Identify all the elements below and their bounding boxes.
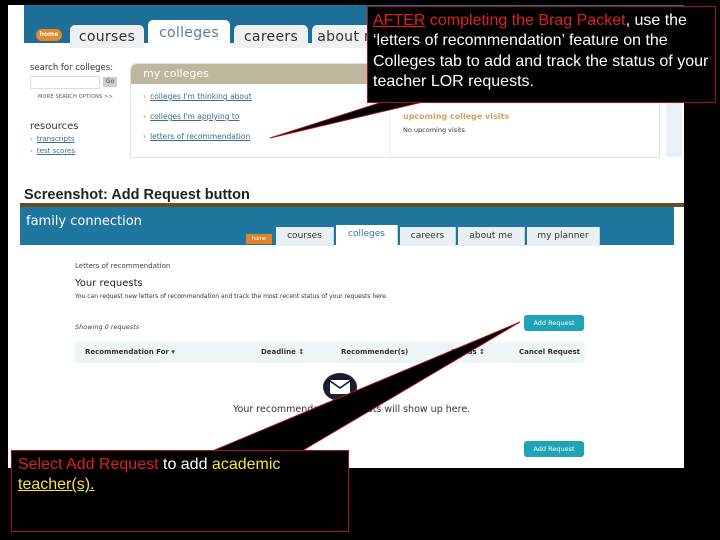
callout-text: to add	[158, 456, 212, 473]
callout-emphasis-teachers: teacher(s).	[18, 476, 95, 494]
top-callout: AFTER completing the Brag Packet, use th…	[367, 6, 716, 103]
callout-emphasis-after: AFTER	[373, 12, 426, 29]
callout-emphasis-select: Select Add Request	[18, 456, 159, 473]
bottom-callout-pointer	[209, 321, 521, 453]
bottom-callout: Select Add Request to add academic teache…	[11, 450, 349, 532]
top-callout-pointer	[269, 97, 441, 139]
callout-emphasis-academic: academic	[211, 456, 281, 473]
callout-emphasis-brag-packet: completing the Brag Packet	[425, 12, 626, 29]
